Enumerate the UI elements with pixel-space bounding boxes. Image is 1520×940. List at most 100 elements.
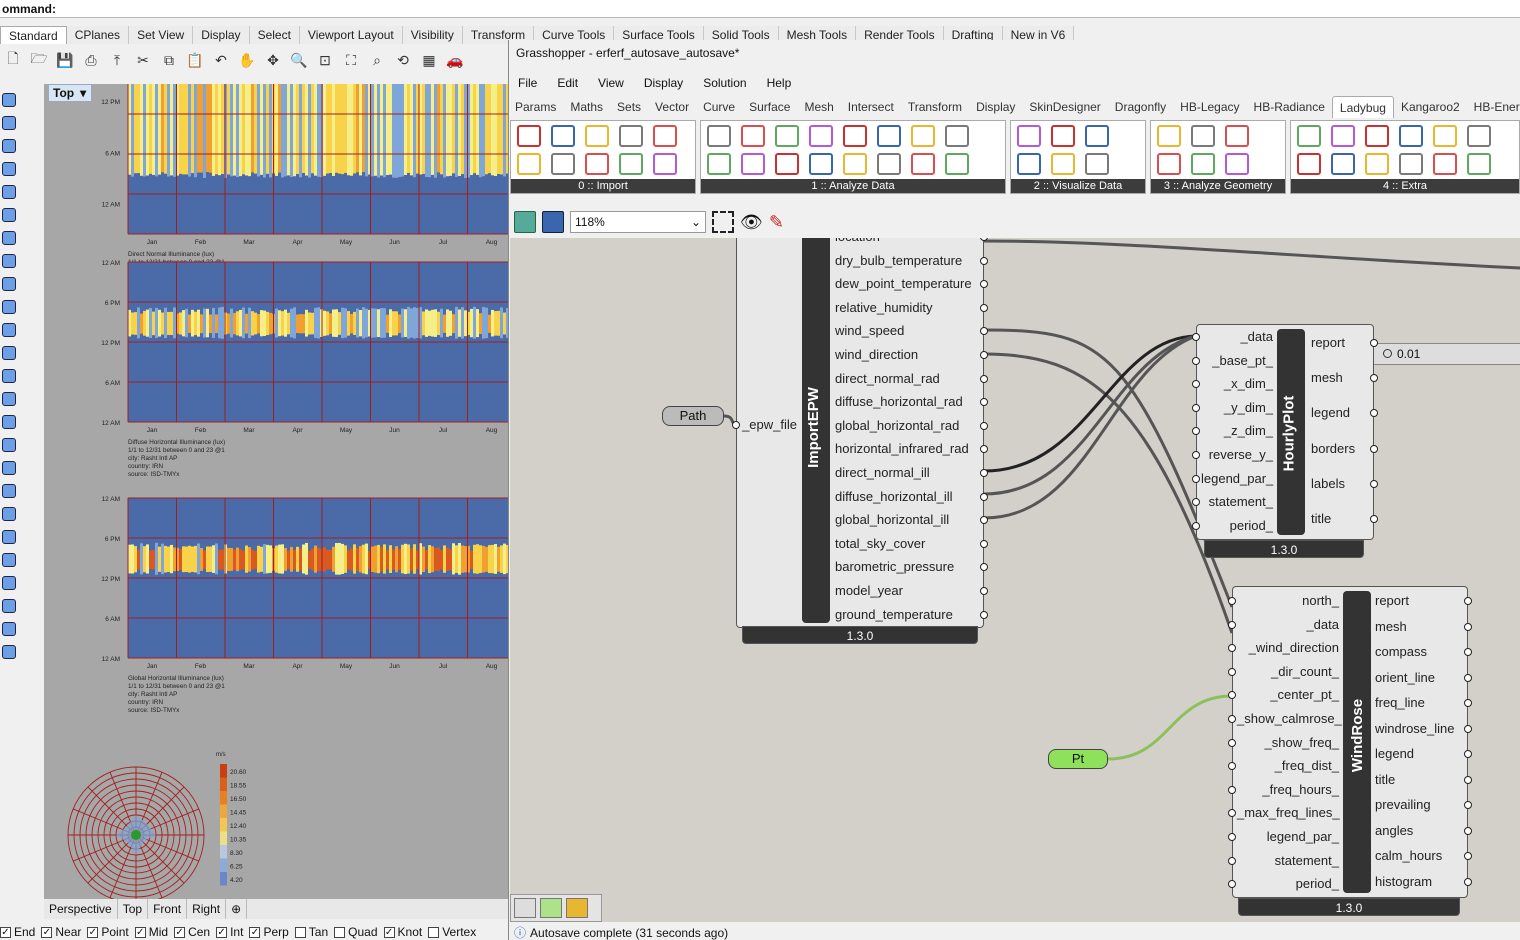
wind-rose-component[interactable]: WindRose north_ _data _wind_direction _dir_… [1228,586,1472,898]
rhino-tab[interactable]: CPlanes [66,26,130,44]
input-param[interactable]: period_ [1201,517,1273,535]
ladybug-component-icon[interactable] [1051,153,1075,175]
input-param[interactable]: legend_par_ [1201,470,1273,488]
output-port[interactable] [1464,673,1472,682]
fillet-tool-icon[interactable] [2,415,16,429]
component-tab[interactable]: HB-Legacy [1173,96,1246,118]
output-param[interactable]: borders [1311,440,1355,458]
output-param[interactable]: compass [1375,643,1427,661]
import-icon[interactable]: ⤒ [106,49,128,71]
output-param[interactable]: legend [1375,745,1414,763]
input-port[interactable] [1228,785,1236,794]
component-tab[interactable]: Mesh [797,96,840,118]
input-param[interactable]: _epw_file [741,416,797,434]
ladybug-component-icon[interactable] [1085,153,1109,175]
component-tab[interactable]: Kangaroo2 [1394,96,1467,118]
component-tab[interactable]: SkinDesigner [1022,96,1107,118]
input-param[interactable]: statement_ [1201,493,1273,511]
output-param[interactable]: diffuse_horizontal_ill [835,488,953,506]
array-tool-icon[interactable] [2,599,16,613]
output-param[interactable]: ground_temperature [835,606,953,624]
zoom-window-icon[interactable]: ⊡ [314,49,336,71]
car-icon[interactable]: 🚗 [444,49,466,71]
ladybug-component-icon[interactable] [707,153,731,175]
ladybug-component-icon[interactable] [517,125,541,147]
osnap-point[interactable]: ✓ Point [87,924,129,940]
output-port[interactable] [1464,597,1472,605]
output-port[interactable] [980,492,988,501]
input-port[interactable] [1192,356,1200,365]
text-tool-icon[interactable] [2,254,16,268]
save-icon[interactable]: 💾 [54,49,76,71]
output-param[interactable]: orient_line [1375,669,1435,687]
osnap-near[interactable]: ✓ Near [41,924,81,940]
move-tool-icon[interactable] [2,553,16,567]
checkbox[interactable] [428,926,440,938]
ladybug-component-icon[interactable] [1225,153,1249,175]
paste-icon[interactable]: 📋 [184,49,206,71]
ladybug-component-icon[interactable] [877,153,901,175]
ladybug-component-icon[interactable] [945,125,969,147]
checkbox[interactable] [294,926,306,938]
zoom-icon[interactable]: 🔍 [288,49,310,71]
extrude-tool-icon[interactable] [2,300,16,314]
polygon-tool-icon[interactable] [2,231,16,245]
output-param[interactable]: diffuse_horizontal_rad [835,393,963,411]
input-param[interactable]: _data [1201,328,1273,346]
ladybug-component-icon[interactable] [1085,125,1109,147]
output-param[interactable]: dew_point_temperature [835,275,972,293]
viewport-title[interactable]: Top ▾ [48,84,92,102]
ladybug-component-icon[interactable] [945,153,969,175]
hourly-plot-component[interactable]: HourlyPlot _data _base_pt_ _x_dim_ _y_dim_ _… [1192,324,1378,540]
print-icon[interactable]: ⎙ [80,49,102,71]
transform-tool-icon[interactable] [2,576,16,590]
input-port[interactable] [1228,809,1236,818]
input-param[interactable]: _x_dim_ [1201,375,1273,393]
input-port[interactable] [1228,691,1236,700]
input-port[interactable] [1228,715,1236,723]
output-port[interactable] [1464,622,1472,631]
input-port[interactable] [1228,880,1236,889]
output-port[interactable] [980,256,988,265]
join-tool-icon[interactable] [2,507,16,521]
component-tab[interactable]: Curve [696,96,742,118]
explode-tool-icon[interactable] [2,530,16,544]
input-param[interactable]: statement_ [1237,852,1339,870]
input-port[interactable] [1228,738,1236,747]
pan-hand-icon[interactable]: ✋ [236,49,258,71]
osnap-knot[interactable]: ✓ Knot [383,924,422,940]
circle-tool-icon[interactable] [2,162,16,176]
preview-eye-icon[interactable]: 👁 [740,212,763,233]
ladybug-component-icon[interactable] [585,125,609,147]
split-tool-icon[interactable] [2,484,16,498]
checkbox[interactable]: ✓ [174,926,186,938]
component-tab[interactable]: Intersect [841,96,901,118]
ladybug-component-icon[interactable] [1017,153,1041,175]
zoom-extents-icon[interactable]: ⛶ [340,49,362,71]
ladybug-component-icon[interactable] [1191,125,1215,147]
input-param[interactable]: legend_par_ [1237,828,1339,846]
rhino-tab[interactable]: Viewport Layout [299,26,403,44]
output-port[interactable] [1464,801,1472,809]
output-port[interactable] [1370,339,1378,347]
point-tool-icon[interactable] [2,93,16,107]
ladybug-component-icon[interactable] [1297,125,1321,147]
output-port[interactable] [1464,648,1472,656]
ladybug-component-icon[interactable] [1433,125,1457,147]
sphere-tool-icon[interactable] [2,346,16,360]
rectangle-tool-icon[interactable] [2,208,16,222]
output-param[interactable]: histogram [1375,873,1432,891]
output-param[interactable]: horizontal_infrared_rad [835,440,969,458]
osnap-end[interactable]: ✓ End [0,924,35,940]
component-tab[interactable]: HB-Radiance [1247,96,1332,118]
output-param[interactable]: legend [1311,404,1350,422]
sketch-icon[interactable]: ✎ [769,212,784,233]
ladybug-component-icon[interactable] [1051,125,1075,147]
input-port[interactable] [1192,474,1200,483]
osnap-quad[interactable]: Quad [334,924,378,940]
output-port[interactable] [1370,515,1378,523]
dimension-tool-icon[interactable] [2,622,16,636]
point-parameter[interactable]: Pt [1048,749,1108,769]
output-param[interactable]: total_sky_cover [835,535,925,553]
import-epw-component[interactable]: ImportEPW _epw_file location dry_bulb_temp… [732,238,988,628]
